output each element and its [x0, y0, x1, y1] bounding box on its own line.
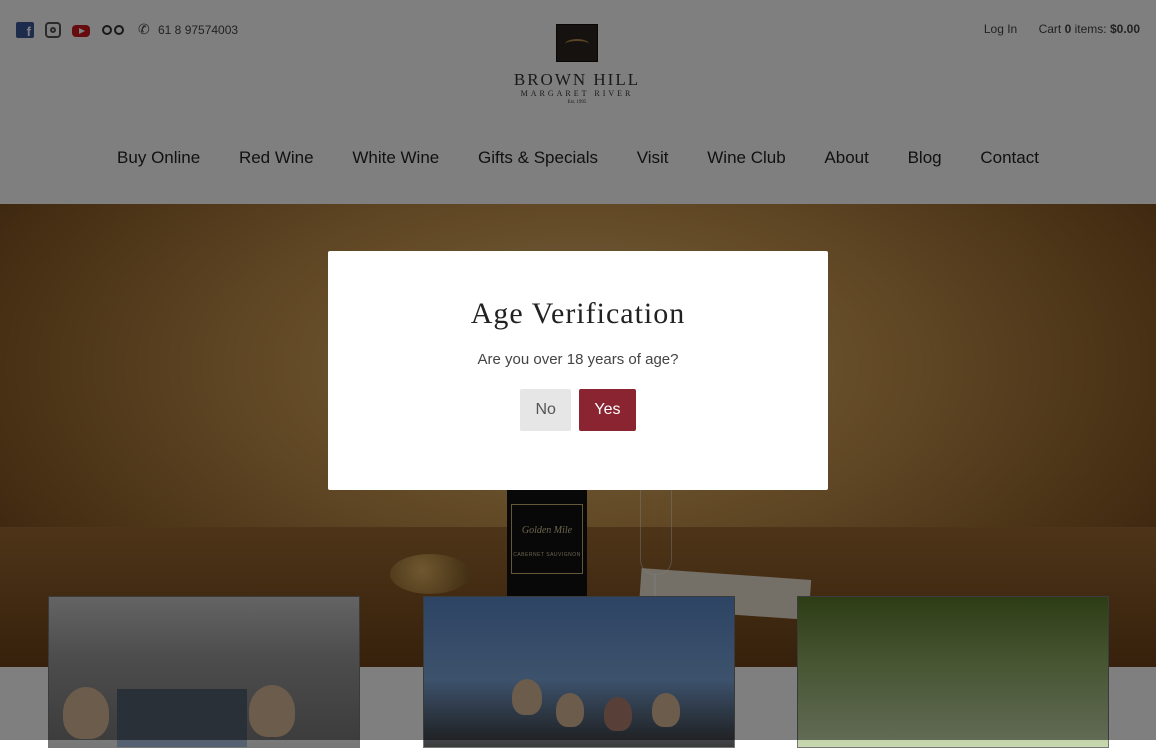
yes-button[interactable]: Yes [579, 389, 636, 431]
modal-title: Age Verification [470, 297, 686, 330]
age-verification-modal: Age Verification Are you over 18 years o… [328, 251, 828, 490]
no-button[interactable]: No [520, 389, 571, 431]
modal-question: Are you over 18 years of age? [477, 351, 679, 368]
modal-buttons: No Yes [328, 389, 828, 431]
